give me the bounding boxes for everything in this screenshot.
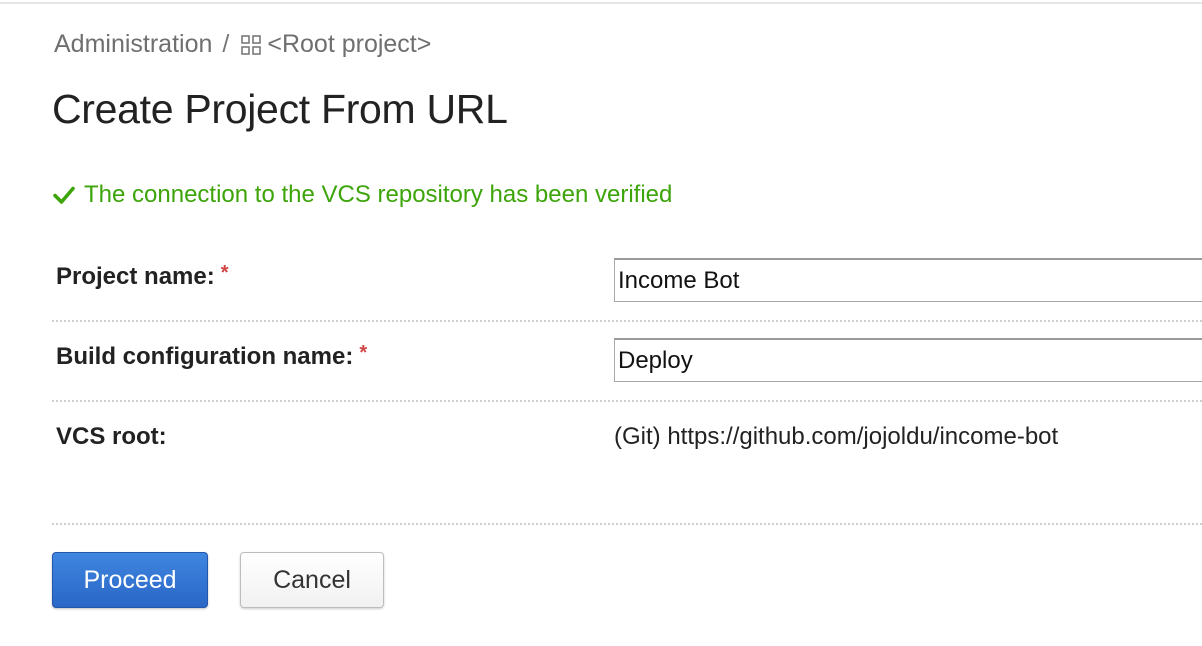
breadcrumb: Administration / <Root project> — [54, 30, 431, 59]
cancel-button[interactable]: Cancel — [240, 552, 384, 608]
build-config-name-input[interactable] — [614, 338, 1202, 382]
required-mark: * — [359, 342, 368, 364]
project-grid-icon — [241, 34, 262, 55]
required-mark: * — [220, 262, 229, 284]
vcs-root-value: (Git) https://github.com/jojoldu/income-… — [614, 423, 1059, 450]
row-divider — [52, 400, 1202, 402]
form-bottom-divider — [52, 523, 1202, 525]
verification-status: The connection to the VCS repository has… — [53, 181, 672, 209]
page-title: Create Project From URL — [52, 86, 508, 132]
project-name-label: Project name: * — [56, 262, 229, 291]
breadcrumb-separator: / — [222, 30, 230, 58]
row-divider — [52, 320, 1202, 322]
build-config-name-label-text: Build configuration name: — [56, 343, 354, 370]
build-config-name-label: Build configuration name: * — [56, 342, 367, 371]
top-border — [0, 2, 1202, 4]
breadcrumb-administration-link[interactable]: Administration — [54, 30, 212, 59]
verification-message: The connection to the VCS repository has… — [84, 181, 673, 208]
breadcrumb-root-project-link[interactable]: <Root project> — [267, 30, 431, 59]
proceed-button[interactable]: Proceed — [52, 552, 208, 608]
check-icon — [53, 184, 75, 206]
project-name-input[interactable] — [614, 258, 1202, 302]
project-name-label-text: Project name: — [56, 263, 215, 290]
vcs-root-label: VCS root: — [56, 423, 167, 450]
